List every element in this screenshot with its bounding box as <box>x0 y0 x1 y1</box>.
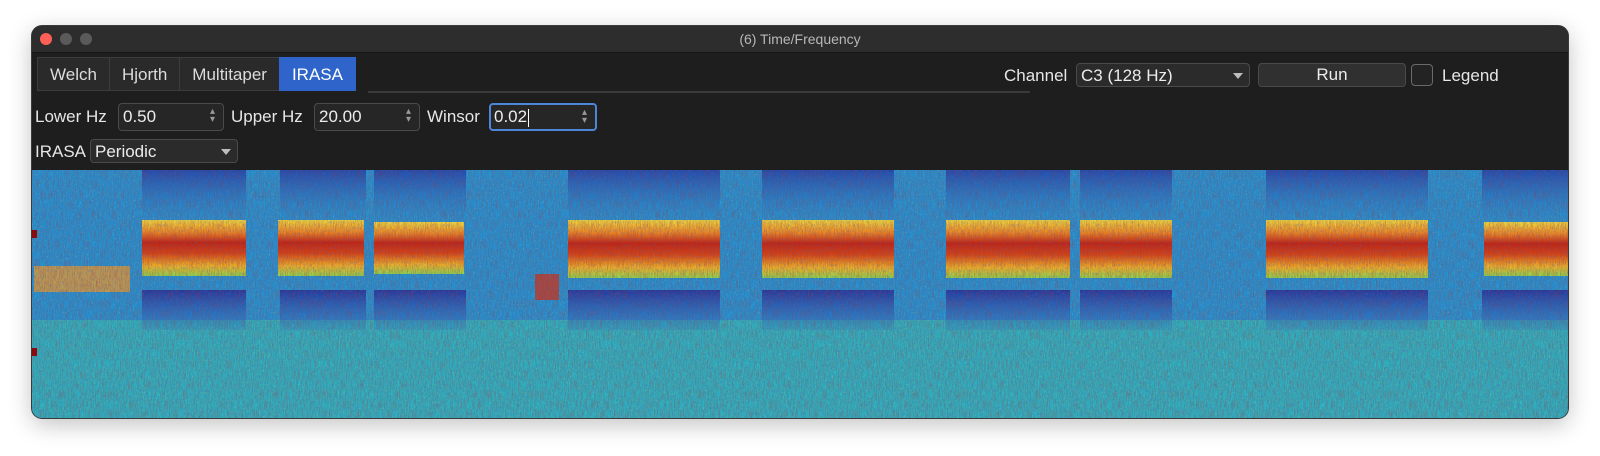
irasa-mode-value: Periodic <box>95 142 157 161</box>
tab-multitaper[interactable]: Multitaper <box>179 57 279 91</box>
channel-label: Channel <box>1004 66 1068 85</box>
spectrogram-canvas <box>32 170 1568 418</box>
run-button[interactable]: Run <box>1258 63 1406 87</box>
upper-hz-value: 20.00 <box>319 107 362 126</box>
irasa-mode-select[interactable]: Periodic <box>90 139 238 163</box>
lower-hz-value: 0.50 <box>123 107 157 126</box>
channel-select-value: C3 (128 Hz) <box>1081 66 1173 85</box>
lower-hz-input[interactable]: 0.50 ▴ ▾ <box>118 103 224 131</box>
lower-hz-label: Lower Hz <box>35 107 107 126</box>
irasa-mode-label: IRASA <box>35 142 87 161</box>
channel-select[interactable]: C3 (128 Hz) <box>1076 63 1250 87</box>
stepper-icon[interactable]: ▴ ▾ <box>210 107 215 125</box>
spectrogram-plot[interactable] <box>32 170 1568 418</box>
tab-bar-divider <box>368 91 1030 93</box>
upper-hz-label: Upper Hz <box>231 107 303 126</box>
upper-hz-input[interactable]: 20.00 ▴ ▾ <box>314 103 420 131</box>
winsor-label: Winsor <box>427 107 480 126</box>
winsor-value: 0.02 <box>494 107 528 126</box>
analysis-tabs: Welch Hjorth Multitaper IRASA <box>37 57 356 91</box>
stepper-icon[interactable]: ▴ ▾ <box>406 107 411 125</box>
chevron-down-icon <box>1233 73 1243 79</box>
tab-welch[interactable]: Welch <box>37 57 109 91</box>
window-title: (6) Time/Frequency <box>739 31 861 47</box>
tab-irasa[interactable]: IRASA <box>278 57 356 91</box>
winsor-input[interactable]: 0.02 ▴ ▾ <box>489 103 597 131</box>
stepper-icon[interactable]: ▴ ▾ <box>582 108 587 126</box>
time-frequency-window: (6) Time/Frequency Welch Hjorth Multitap… <box>32 26 1568 418</box>
legend-checkbox[interactable] <box>1411 64 1433 86</box>
legend-label: Legend <box>1442 66 1499 85</box>
chevron-down-icon <box>221 149 231 155</box>
tab-hjorth[interactable]: Hjorth <box>108 57 180 91</box>
text-cursor <box>528 108 530 127</box>
title-bar[interactable]: (6) Time/Frequency <box>32 26 1568 53</box>
